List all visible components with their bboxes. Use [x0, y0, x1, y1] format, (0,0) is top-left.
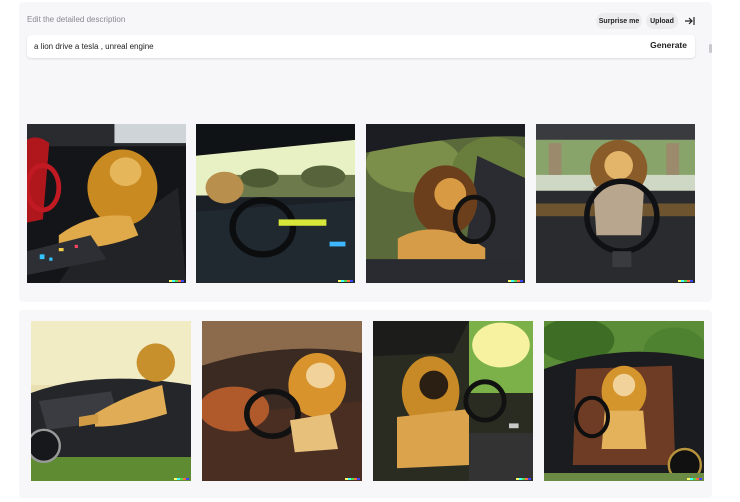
- watermark-strip: [508, 280, 523, 282]
- watermark-strip: [338, 280, 353, 282]
- result-image[interactable]: [202, 321, 362, 481]
- scrollbar-thumb[interactable]: [709, 44, 712, 53]
- result-image[interactable]: [366, 124, 525, 283]
- exit-icon[interactable]: [681, 13, 697, 29]
- prompt-bar: Generate: [27, 35, 695, 58]
- prompt-input[interactable]: [34, 40, 594, 53]
- watermark-strip: [174, 478, 189, 480]
- surprise-me-button[interactable]: Surprise me: [596, 13, 642, 29]
- result-image[interactable]: [536, 124, 695, 283]
- watermark-strip: [687, 478, 702, 480]
- result-image[interactable]: [544, 321, 704, 481]
- upload-button[interactable]: Upload: [646, 13, 678, 29]
- result-image[interactable]: [196, 124, 355, 283]
- result-image[interactable]: [31, 321, 191, 481]
- watermark-strip: [516, 478, 531, 480]
- result-image[interactable]: [373, 321, 533, 481]
- prompt-hint: Edit the detailed description: [27, 15, 126, 24]
- watermark-strip: [678, 280, 693, 282]
- result-image[interactable]: [27, 124, 186, 283]
- generate-button[interactable]: Generate: [650, 40, 687, 50]
- watermark-strip: [169, 280, 184, 282]
- watermark-strip: [345, 478, 360, 480]
